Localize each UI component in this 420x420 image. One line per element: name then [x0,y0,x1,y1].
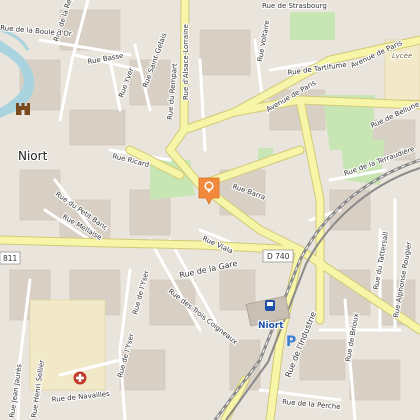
map-view[interactable]: Niort Rue de la Regratterie Rue de Stras… [0,0,420,420]
label-rue-jean-jaures: Rue Jean Jaurès [8,363,24,418]
svg-text:811: 811 [3,254,18,263]
route-shield-d740: D 740 [262,249,294,263]
castle-icon[interactable] [16,103,30,115]
label-rue-yser: Rue de l'Yser [131,269,151,315]
svg-text:D 740: D 740 [267,252,290,261]
label-rue-navailles: Rue de Navailles [51,390,110,404]
train-station-icon[interactable] [265,300,275,311]
city-label: Niort [18,149,48,163]
label-rue-voltaire: Rue Voltaire [256,20,271,63]
label-rue-strasbourg: Rue de Strasbourg [262,2,327,10]
svg-text:P: P [286,334,296,350]
parking-icon[interactable]: P [286,334,296,350]
hospital-icon[interactable] [73,371,87,385]
station-label: Niort [258,321,284,331]
label-rue-alsace-lorraine: Rue d'Alsace-Lorraine [182,24,190,100]
route-shield-811: 811 [0,251,21,265]
label-lycee: Lycée [392,52,412,60]
